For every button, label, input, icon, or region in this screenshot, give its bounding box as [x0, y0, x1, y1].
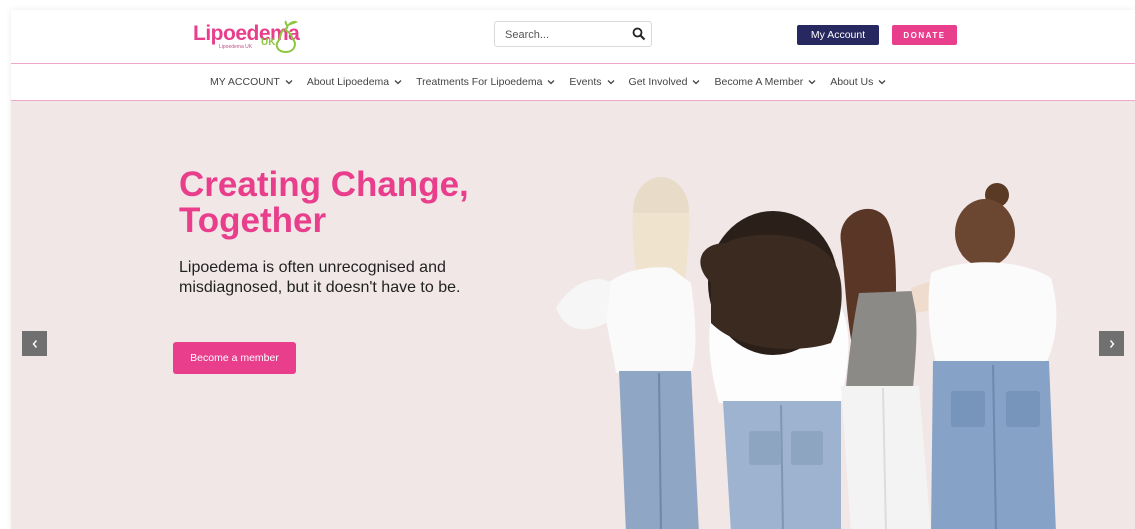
person-figure: [556, 177, 699, 529]
nav-item-label: Treatments For Lipoedema: [416, 76, 543, 88]
nav-item-label: About Lipoedema: [306, 76, 390, 88]
hero-slider: Creating Change, Together Lipoedema is o…: [11, 101, 1135, 529]
person-figure: [928, 183, 1057, 529]
nav-item-about-us[interactable]: About Us: [830, 76, 886, 88]
page-frame: Lipoedema Lipoedema UK UK My Account DON…: [11, 10, 1135, 529]
become-member-button[interactable]: Become a member: [173, 342, 296, 374]
nav-list: MY ACCOUNT About Lipoedema Treatments Fo…: [210, 64, 900, 100]
slider-next-button[interactable]: [1099, 331, 1124, 356]
chevron-down-icon: [878, 79, 886, 85]
donate-button[interactable]: DONATE: [892, 25, 957, 45]
pear-logo-icon: [275, 20, 298, 54]
nav-item-label: Become A Member: [714, 76, 804, 88]
nav-item-label: Events: [569, 76, 602, 88]
nav-item-label: About Us: [830, 76, 874, 88]
logo-tagline: Lipoedema UK: [219, 44, 253, 50]
search-box: [494, 21, 652, 47]
nav-item-label: Get Involved: [628, 76, 688, 88]
nav-item-my-account[interactable]: MY ACCOUNT: [210, 76, 293, 88]
site-header: Lipoedema Lipoedema UK UK My Account DON…: [11, 10, 1135, 63]
search-icon[interactable]: [632, 27, 646, 41]
nav-item-get-involved[interactable]: Get Involved: [629, 76, 701, 88]
chevron-down-icon: [285, 79, 293, 85]
chevron-down-icon: [607, 79, 615, 85]
hero-group-photo: [556, 177, 1057, 529]
person-figure: [700, 211, 849, 529]
chevron-down-icon: [547, 79, 555, 85]
my-account-button[interactable]: My Account: [797, 25, 879, 45]
chevron-left-icon: [32, 339, 37, 348]
nav-item-label: MY ACCOUNT: [210, 76, 280, 88]
nav-item-treatments[interactable]: Treatments For Lipoedema: [416, 76, 555, 88]
slider-prev-button[interactable]: [22, 331, 47, 356]
nav-item-become-member[interactable]: Become A Member: [714, 76, 816, 88]
nav-item-events[interactable]: Events: [569, 76, 614, 88]
chevron-down-icon: [808, 79, 816, 85]
chevron-right-icon: [1109, 339, 1114, 348]
hero-subtitle: Lipoedema is often unrecognised and misd…: [179, 259, 461, 296]
main-nav: MY ACCOUNT About Lipoedema Treatments Fo…: [11, 63, 1135, 101]
chevron-down-icon: [692, 79, 700, 85]
chevron-down-icon: [394, 79, 402, 85]
hero-title: Creating Change, Together: [179, 165, 469, 240]
search-input[interactable]: [503, 26, 627, 44]
nav-item-about-lipoedema[interactable]: About Lipoedema: [307, 76, 402, 88]
